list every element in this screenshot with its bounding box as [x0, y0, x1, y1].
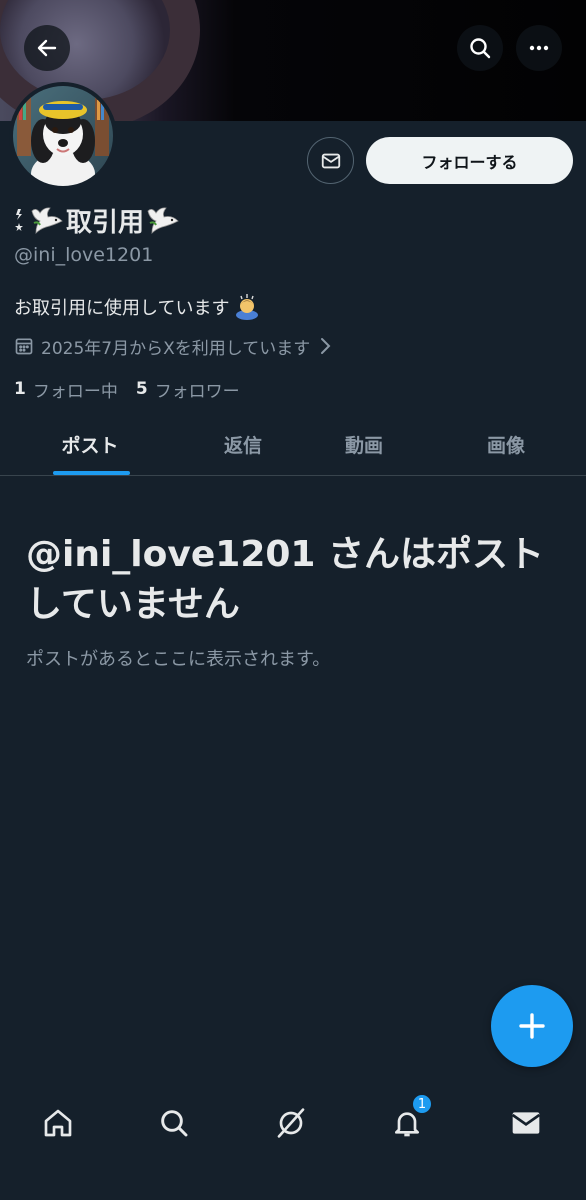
nav-notifications[interactable]: 1: [377, 1093, 437, 1153]
dove-icon: [31, 207, 63, 234]
more-button[interactable]: [516, 25, 562, 71]
nav-messages[interactable]: [496, 1093, 556, 1153]
avatar[interactable]: [9, 82, 117, 190]
tab-images[interactable]: 画像: [446, 412, 566, 476]
following-count: 1: [14, 379, 26, 399]
empty-state-title: @ini_love1201 さんはポストしていません: [26, 534, 544, 625]
bio: お取引用に使用しています: [14, 292, 261, 322]
nav-grok[interactable]: [261, 1093, 321, 1153]
bowing-person-icon: [236, 294, 259, 320]
empty-state-subtitle: ポストがあるとここに表示されます。: [26, 649, 331, 670]
ellipsis-icon: [529, 45, 549, 51]
tab-videos[interactable]: 動画: [304, 412, 424, 476]
home-icon: [44, 1109, 72, 1137]
bio-text: お取引用に使用しています: [14, 298, 230, 319]
bottom-navigation: 1: [0, 1080, 586, 1200]
dog-avatar-image: [13, 86, 113, 186]
profile-tabs: ポスト 返信 動画 画像: [0, 412, 586, 476]
search-icon: [470, 38, 491, 59]
nav-home[interactable]: [28, 1093, 88, 1153]
sparkle-icon: [15, 209, 23, 231]
joined-text: 2025年7月からXを利用しています: [41, 338, 311, 359]
search-button[interactable]: [457, 25, 503, 71]
notification-badge: 1: [411, 1093, 433, 1115]
envelope-icon: [321, 153, 340, 168]
handle: @ini_love1201: [14, 244, 154, 266]
followers-link[interactable]: 5 フォロワー: [136, 377, 240, 402]
active-tab-indicator: [53, 471, 130, 475]
follow-button[interactable]: フォローする: [366, 137, 573, 184]
nav-search[interactable]: [144, 1093, 204, 1153]
following-link[interactable]: 1 フォロー中: [14, 377, 118, 402]
compose-button[interactable]: [491, 985, 573, 1067]
mail-icon: [511, 1112, 541, 1134]
joined-date[interactable]: 2025年7月からXを利用しています: [14, 333, 333, 359]
display-name: 取引用: [14, 200, 180, 240]
calendar-icon: [15, 338, 33, 355]
display-name-text: 取引用: [66, 207, 145, 238]
chevron-right-icon: [321, 338, 331, 354]
plus-icon: [519, 1013, 545, 1039]
arrow-left-icon: [37, 39, 57, 57]
tab-posts[interactable]: ポスト: [30, 412, 150, 476]
followers-label: フォロワー: [154, 381, 240, 402]
tab-replies[interactable]: 返信: [183, 412, 303, 476]
profile-page: フォローする 取引用 @ini_love1201 お取引用に使用しています 20…: [0, 0, 586, 1200]
message-button[interactable]: [307, 137, 354, 184]
search-icon: [161, 1110, 188, 1137]
follow-stats: 1 フォロー中 5 フォロワー: [14, 376, 240, 402]
grok-icon: [277, 1108, 305, 1138]
back-button[interactable]: [24, 25, 70, 71]
following-label: フォロー中: [32, 381, 118, 402]
dove-icon: [147, 207, 179, 234]
followers-count: 5: [135, 379, 148, 399]
